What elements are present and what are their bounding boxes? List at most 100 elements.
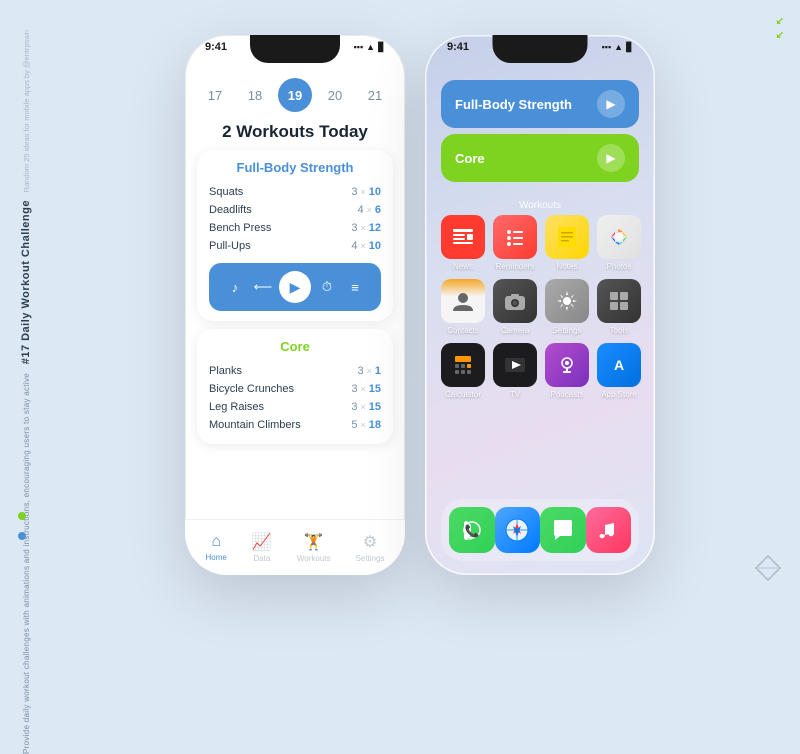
settings-label: Settings [356, 554, 385, 563]
time-left: 9:41 [205, 41, 227, 53]
status-bar-left: 9:41 ▪▪▪ ▲ ▊ [185, 41, 405, 53]
dock: 📞 [441, 499, 639, 561]
data-icon: 📈 [252, 532, 272, 552]
appstore-icon: A [597, 343, 641, 387]
exercise-row-benchpress: Bench Press 3 × 12 [209, 219, 381, 237]
dock-music[interactable] [586, 507, 632, 553]
workouts-label: Workouts [297, 554, 331, 563]
exercise-name-legraises: Leg Raises [209, 401, 264, 413]
app-podcasts[interactable]: Podcasts [545, 343, 589, 399]
camera-icon [493, 279, 537, 323]
photos-label: Photos [607, 262, 632, 271]
app-grid-row2: Contacts Camera Settings [425, 279, 655, 335]
tools-icon [597, 279, 641, 323]
widget-fullbody-play[interactable]: ▶ [597, 90, 625, 118]
svg-text:📞: 📞 [464, 523, 479, 538]
status-bar-right: 9:41 ▪▪▪ ▲ ▊ [425, 41, 655, 53]
exercise-row-legraises: Leg Raises 3 × 15 [209, 398, 381, 416]
dock-safari[interactable] [495, 507, 541, 553]
exercise-row-mountainclimbers: Mountain Climbers 5 × 18 [209, 416, 381, 434]
exercise-sets-mountainclimbers: 5 × 18 [351, 419, 381, 431]
home-icon: ⌂ [211, 533, 221, 551]
calculator-icon [441, 343, 485, 387]
settings-icon [545, 279, 589, 323]
date-20[interactable]: 20 [318, 78, 352, 112]
wifi-icon-right: ▲ [614, 42, 623, 52]
exercise-name-mountainclimbers: Mountain Climbers [209, 419, 301, 431]
notes-icon [545, 215, 589, 259]
exercise-sets-pullups: 4 × 10 [351, 240, 381, 252]
right-phone-content: Full-Body Strength ▶ Core ▶ Workouts New… [425, 70, 655, 575]
app-reminders[interactable]: Reminders [493, 215, 537, 271]
tools-label: Tools [610, 326, 629, 335]
exercise-name-planks: Planks [209, 365, 242, 377]
prev-button[interactable]: ⟵ [251, 275, 275, 299]
app-camera[interactable]: Camera [493, 279, 537, 335]
exercise-sets-legraises: 3 × 15 [351, 401, 381, 413]
app-photos[interactable]: Photos [597, 215, 641, 271]
app-settings[interactable]: Settings [545, 279, 589, 335]
nav-workouts[interactable]: 🏋 Workouts [297, 532, 331, 563]
widget-area: Full-Body Strength ▶ Core ▶ [425, 70, 655, 196]
app-grid-row3: Calculator TV Podcasts A [425, 343, 655, 399]
news-icon [441, 215, 485, 259]
exercise-sets-bicycle: 3 × 15 [351, 383, 381, 395]
date-strip[interactable]: 17 18 19 20 21 [185, 70, 405, 118]
folder-label: Workouts [425, 200, 655, 211]
phones-area: 9:41 ▪▪▪ ▲ ▊ 17 18 19 20 21 2 Workouts T… [50, 20, 790, 590]
reminders-icon [493, 215, 537, 259]
home-label: Home [206, 553, 227, 562]
contacts-icon [441, 279, 485, 323]
nav-home[interactable]: ⌂ Home [206, 533, 227, 562]
exercise-row-deadlifts: Deadlifts 4 × 6 [209, 201, 381, 219]
play-button[interactable]: ▶ [279, 271, 311, 303]
exercise-row-pullups: Pull-Ups 4 × 10 [209, 237, 381, 255]
reminders-label: Reminders [496, 262, 535, 271]
widget-fullbody-label: Full-Body Strength [455, 97, 572, 112]
exercise-name-benchpress: Bench Press [209, 222, 271, 234]
widget-core[interactable]: Core ▶ [441, 134, 639, 182]
workout-count: 2 Workouts Today [185, 122, 405, 142]
app-appstore[interactable]: A App Store [597, 343, 641, 399]
workout-card-1: Full-Body Strength Squats 3 × 10 Deadlif… [197, 150, 393, 321]
clock-button[interactable]: ⏱ [315, 275, 339, 299]
dock-phone[interactable]: 📞 [449, 507, 495, 553]
widget-full-body[interactable]: Full-Body Strength ▶ [441, 80, 639, 128]
news-label: News [453, 262, 473, 271]
app-news[interactable]: News [441, 215, 485, 271]
date-21[interactable]: 21 [358, 78, 392, 112]
tv-label: TV [510, 390, 520, 399]
playback-controls[interactable]: ♪ ⟵ ▶ ⏱ ≡ [209, 263, 381, 311]
shuffle-button[interactable]: ♪ [223, 275, 247, 299]
app-notes[interactable]: Notes [545, 215, 589, 271]
podcasts-icon [545, 343, 589, 387]
settings-button[interactable]: ≡ [343, 275, 367, 299]
contacts-label: Contacts [447, 326, 479, 335]
sidebar-subtitle: Provide daily workout challenges with an… [22, 373, 31, 754]
app-calculator[interactable]: Calculator [441, 343, 485, 399]
nav-settings[interactable]: ⚙ Settings [356, 532, 385, 563]
data-label: Data [253, 554, 270, 563]
notes-label: Notes [557, 262, 578, 271]
nav-data[interactable]: 📈 Data [252, 532, 272, 563]
bottom-nav: ⌂ Home 📈 Data 🏋 Workouts ⚙ Settings [185, 519, 405, 575]
date-18[interactable]: 18 [238, 78, 272, 112]
app-tv[interactable]: TV [493, 343, 537, 399]
app-tools[interactable]: Tools [597, 279, 641, 335]
camera-label: Camera [501, 326, 529, 335]
date-17[interactable]: 17 [198, 78, 232, 112]
signal-icon-left: ▪▪▪ [354, 42, 364, 52]
dock-messages[interactable] [540, 507, 586, 553]
exercise-row-bicycle: Bicycle Crunches 3 × 15 [209, 380, 381, 398]
nav-settings-icon: ⚙ [363, 532, 377, 552]
exercise-name-squats: Squats [209, 186, 243, 198]
widget-core-label: Core [455, 151, 485, 166]
date-19-active[interactable]: 19 [278, 78, 312, 112]
sidebar-title: #17 Daily Workout Challenge [20, 200, 32, 364]
settings-label: Settings [553, 326, 582, 335]
calculator-label: Calculator [445, 390, 481, 399]
exercise-sets-squats: 3 × 10 [351, 186, 381, 198]
time-right: 9:41 [447, 41, 469, 53]
app-contacts[interactable]: Contacts [441, 279, 485, 335]
widget-core-play[interactable]: ▶ [597, 144, 625, 172]
